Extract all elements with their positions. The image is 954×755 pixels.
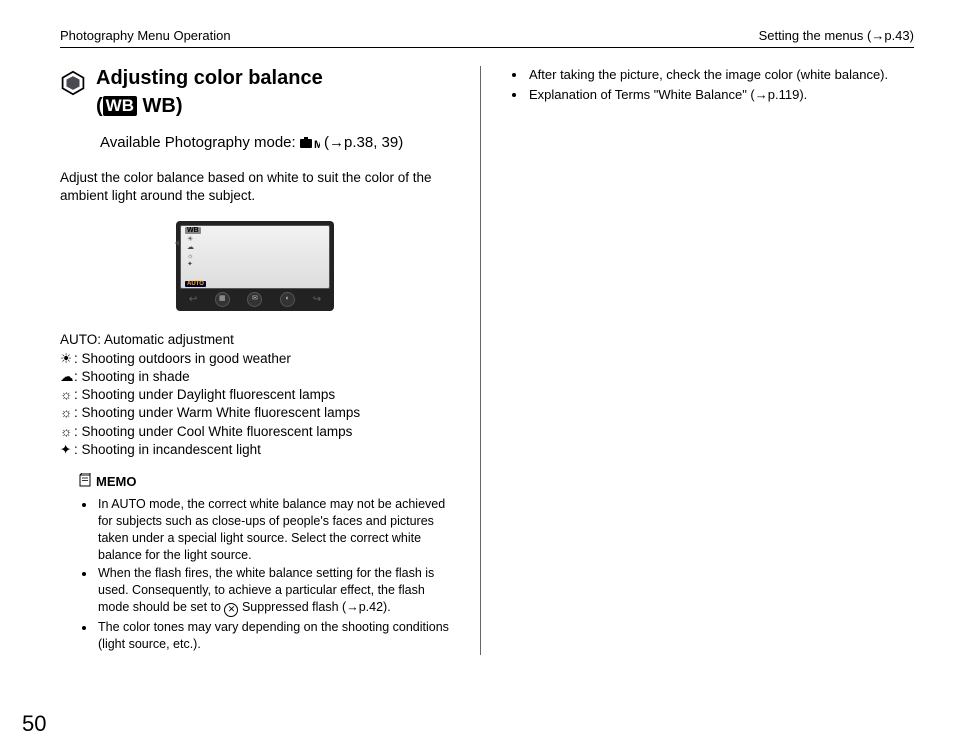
- def-auto: AUTO: Automatic adjustment: [60, 331, 450, 349]
- content-columns: Adjusting color balance (WB WB) Availabl…: [60, 66, 914, 655]
- def-fl1: ☼: Shooting under Daylight fluorescent l…: [60, 386, 450, 404]
- forward-arrow-icon: ↪: [313, 294, 321, 305]
- incandescent-icon: ✦: [60, 441, 74, 459]
- title-line2: (WB WB): [96, 94, 323, 118]
- manual-page: Photography Menu Operation Setting the m…: [0, 0, 954, 755]
- lcd-button-icon: ✉: [247, 292, 262, 307]
- camera-manual-icon: M: [300, 134, 320, 155]
- arrow-icon: →: [755, 87, 768, 102]
- lcd-button-icon: ▦: [215, 292, 230, 307]
- lcd-auto-label: AUTO: [185, 281, 206, 287]
- def-sun: ☀: Shooting outdoors in good weather: [60, 350, 450, 368]
- page-header: Photography Menu Operation Setting the m…: [60, 28, 914, 48]
- return-arrow-icon: ↩: [189, 294, 197, 305]
- page-number: 50: [22, 711, 46, 737]
- def-fl3: ☼: Shooting under Cool White fluorescent…: [60, 423, 450, 441]
- available-mode: Available Photography mode: M (→p.38, 39…: [100, 132, 450, 155]
- right-list: After taking the picture, check the imag…: [527, 66, 891, 103]
- shade-icon: ☁: [60, 368, 74, 386]
- memo-item: The color tones may vary depending on th…: [96, 619, 450, 653]
- suppressed-flash-icon: ✕: [224, 603, 238, 617]
- right-column: After taking the picture, check the imag…: [480, 66, 891, 655]
- def-inc: ✦: Shooting in incandescent light: [60, 441, 450, 459]
- lcd-button-bar: ↩ ▦ ✉ ◐ ↪: [180, 292, 330, 307]
- memo-icon: [78, 473, 92, 490]
- triangle-left-icon: [175, 240, 179, 246]
- lcd-button-icon: ◐: [280, 292, 295, 307]
- fluorescent2-icon: ☼: [60, 404, 74, 422]
- left-column: Adjusting color balance (WB WB) Availabl…: [60, 66, 450, 655]
- memo-item: When the flash fires, the white balance …: [96, 565, 450, 617]
- section-title: Adjusting color balance (WB WB): [60, 66, 450, 122]
- right-item: Explanation of Terms "White Balance" (→p…: [527, 86, 891, 104]
- hexagon-icon: [60, 70, 86, 101]
- def-fl2: ☼: Shooting under Warm White fluorescent…: [60, 404, 450, 422]
- header-left: Photography Menu Operation: [60, 28, 231, 43]
- arrow-icon: →: [329, 134, 344, 151]
- memo-item: In AUTO mode, the correct white balance …: [96, 496, 450, 564]
- arrow-icon: →: [871, 28, 884, 43]
- lcd-wb-label: WB: [185, 227, 201, 234]
- fluorescent3-icon: ☼: [60, 423, 74, 441]
- lcd-option-icons: ☀☁☼✦: [187, 236, 194, 268]
- header-right: Setting the menus (→p.43): [759, 28, 914, 43]
- title-line1: Adjusting color balance: [96, 66, 323, 90]
- memo-heading: MEMO: [78, 473, 450, 490]
- memo-list: In AUTO mode, the correct white balance …: [96, 496, 450, 653]
- sun-icon: ☀: [60, 350, 74, 368]
- right-item: After taking the picture, check the imag…: [527, 66, 891, 84]
- intro-text: Adjust the color balance based on white …: [60, 169, 450, 205]
- wb-definitions: AUTO: Automatic adjustment ☀: Shooting o…: [60, 331, 450, 459]
- lcd-illustration: WB ☀☁☼✦ AUTO ↩ ▦ ✉ ◐ ↪: [60, 221, 450, 311]
- wb-badge-icon: WB: [103, 96, 137, 116]
- fluorescent1-icon: ☼: [60, 386, 74, 404]
- def-shade: ☁: Shooting in shade: [60, 368, 450, 386]
